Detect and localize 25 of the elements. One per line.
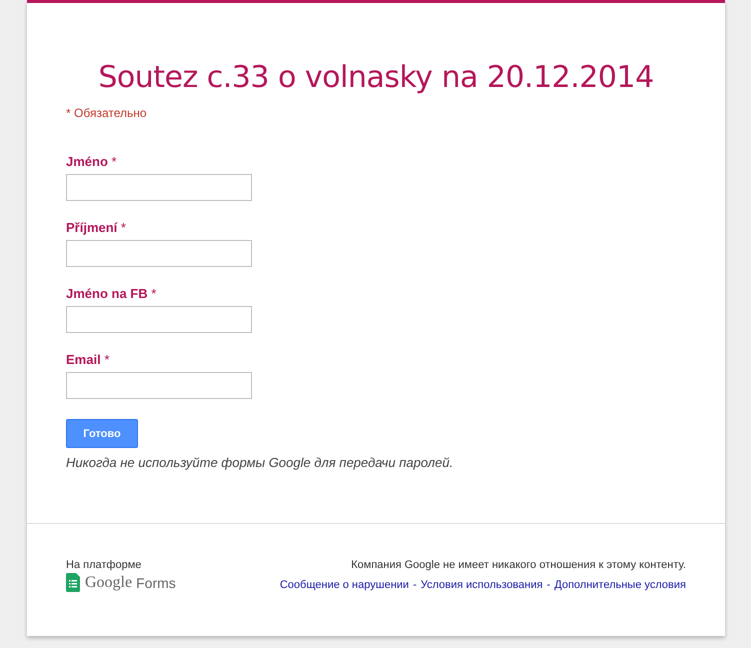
required-mark: * [104, 352, 110, 367]
text-field[interactable] [66, 174, 252, 201]
form-title: Soutez c.33 o volnasky na 20.12.2014 [97, 60, 655, 96]
required-mark: * [151, 286, 156, 301]
field-label: Jméno [66, 154, 108, 169]
brand-product: Forms [136, 574, 176, 590]
field-label: Příjmení [66, 220, 118, 235]
link-separator: - [412, 579, 417, 591]
link-separator: - [546, 579, 550, 591]
footer-link[interactable]: Условия использования [420, 579, 543, 591]
powered-by-text: На платформе [66, 559, 142, 571]
required-mark: * [112, 154, 117, 169]
footer-link[interactable]: Дополнительные условия [554, 579, 686, 591]
required-mark: * [120, 220, 126, 235]
text-field[interactable] [66, 240, 252, 267]
required-note: * Обязательно [66, 106, 148, 120]
text-field[interactable] [66, 306, 252, 333]
field-label: Jméno na FB [66, 286, 148, 301]
disclaimer-text: Компания Google не имеет никакого отношения к этому контенту. [350, 559, 686, 571]
footer-link[interactable]: Сообщение о нарушении [280, 579, 409, 591]
brand-name: Google [85, 574, 132, 592]
forms-logo-icon [66, 573, 80, 592]
text-field[interactable] [66, 372, 252, 399]
password-warning: Никогда не используйте формы Google для передачи паролей. [66, 455, 454, 470]
field-label: Email [66, 352, 101, 367]
